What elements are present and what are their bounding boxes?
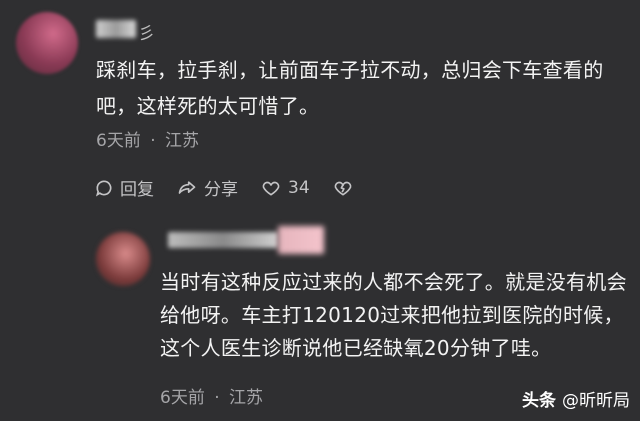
share-button[interactable]: 分享 xyxy=(176,175,238,200)
watermark-handle: @昕昕局 xyxy=(562,391,630,411)
watermark: 头条 @昕昕局 xyxy=(522,386,630,411)
meta-separator: · xyxy=(214,388,220,408)
broken-heart-icon xyxy=(334,181,352,195)
comment-text: 踩刹车，拉手刹，让前面车子拉不动，总归会下车查看的吧，这样死的太可惜了。 xyxy=(96,58,604,118)
username-tail: 彡 xyxy=(138,24,155,44)
comment-meta: 6天前 · 江苏 xyxy=(96,126,199,151)
reply-avatar[interactable] xyxy=(96,232,150,286)
reply-button[interactable]: 回复 xyxy=(94,175,154,200)
heart-icon xyxy=(262,181,280,196)
comment-time: 6天前 xyxy=(96,131,141,151)
username-blurred[interactable] xyxy=(96,20,136,38)
reply-text: 当时有这种反应过来的人都不会死了。就是没有机会给他呀。车主打120120过来把他… xyxy=(160,270,627,360)
meta-separator: · xyxy=(150,131,156,151)
reply-time: 6天前 xyxy=(160,388,205,408)
like-count: 34 xyxy=(288,177,310,198)
comment-actions: 回复 分享 34 xyxy=(94,175,382,200)
reply-icon xyxy=(95,179,112,196)
reply-location: 江苏 xyxy=(229,388,264,408)
share-icon xyxy=(178,180,196,194)
avatar[interactable] xyxy=(16,12,78,74)
like-button[interactable]: 34 xyxy=(260,178,310,198)
dislike-button[interactable] xyxy=(332,178,360,198)
reply-username-blurred-tail xyxy=(278,226,324,254)
watermark-brand: 头条 xyxy=(522,391,556,411)
reply-label: 回复 xyxy=(120,180,154,200)
comment-location: 江苏 xyxy=(165,131,200,151)
reply-username-blurred[interactable] xyxy=(168,232,278,248)
share-label: 分享 xyxy=(204,180,238,200)
reply-meta: 6天前 · 江苏 xyxy=(160,383,263,408)
